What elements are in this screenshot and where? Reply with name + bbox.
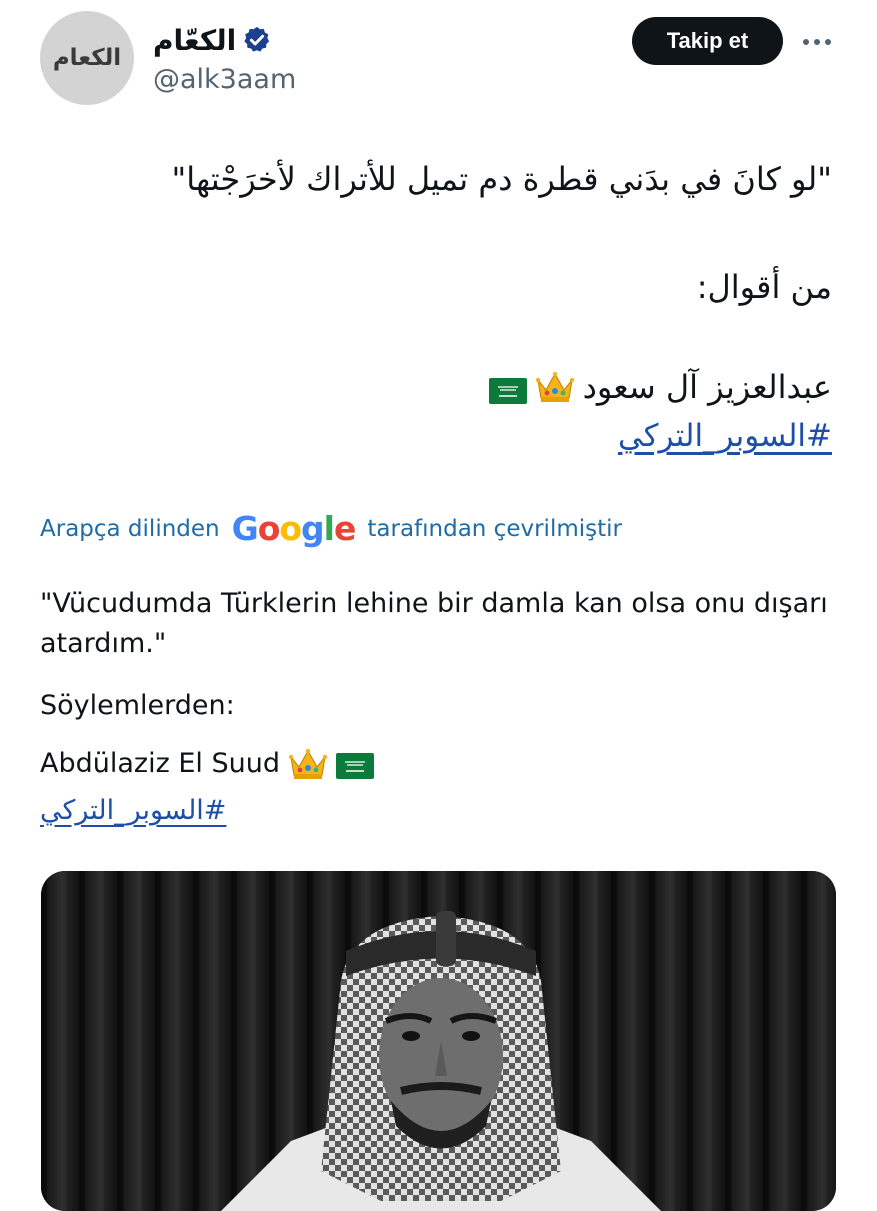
crown-emoji-icon: [288, 747, 328, 781]
translation-prefix: Arapça dilinden: [40, 515, 220, 542]
avatar[interactable]: الكعام: [40, 11, 134, 105]
tweet-arabic-quote: "لو كانَ في بدَني قطرة دم تميل للأتراك ل…: [171, 160, 832, 198]
translation-note[interactable]: Arapça dilinden Google tarafından çevril…: [40, 512, 622, 545]
saudi-flag-emoji-icon: [488, 374, 527, 404]
more-dots-icon[interactable]: [800, 25, 834, 59]
tweet-arabic-author: عبدالعزيز آل سعود: [582, 368, 832, 406]
tweet-arabic-attribution: عبدالعزيز آل سعود: [488, 368, 832, 406]
display-name[interactable]: الكعّام: [153, 24, 236, 57]
hashtag-link[interactable]: #السوبر_التركي: [618, 418, 832, 454]
portrait-image: [41, 871, 836, 1211]
account-name-row[interactable]: الكعّام: [153, 18, 272, 62]
translated-author: Abdülaziz El Suud: [40, 748, 280, 779]
translated-quote: "Vücudumda Türklerin lehine bir damla ka…: [40, 588, 828, 659]
account-handle[interactable]: @alk3aam: [153, 64, 296, 95]
tweet-photo[interactable]: [41, 871, 836, 1211]
saudi-flag-emoji-icon: [335, 751, 374, 779]
avatar-logo: الكعام: [52, 45, 122, 71]
translation-suffix: tarafından çevrilmiştir: [367, 515, 622, 542]
crown-emoji-icon: [535, 370, 575, 404]
translated-hashtag-link[interactable]: #السوبر_التركي: [40, 795, 226, 826]
google-logo-icon: Google: [231, 509, 357, 548]
follow-button[interactable]: Takip et: [632, 17, 783, 65]
tweet-arabic-source-label: من أقوال:: [696, 268, 832, 306]
translated-source-label: Söylemlerden:: [40, 690, 235, 721]
translated-attribution: Abdülaziz El Suud: [40, 744, 374, 784]
verified-badge-icon: [242, 25, 272, 55]
